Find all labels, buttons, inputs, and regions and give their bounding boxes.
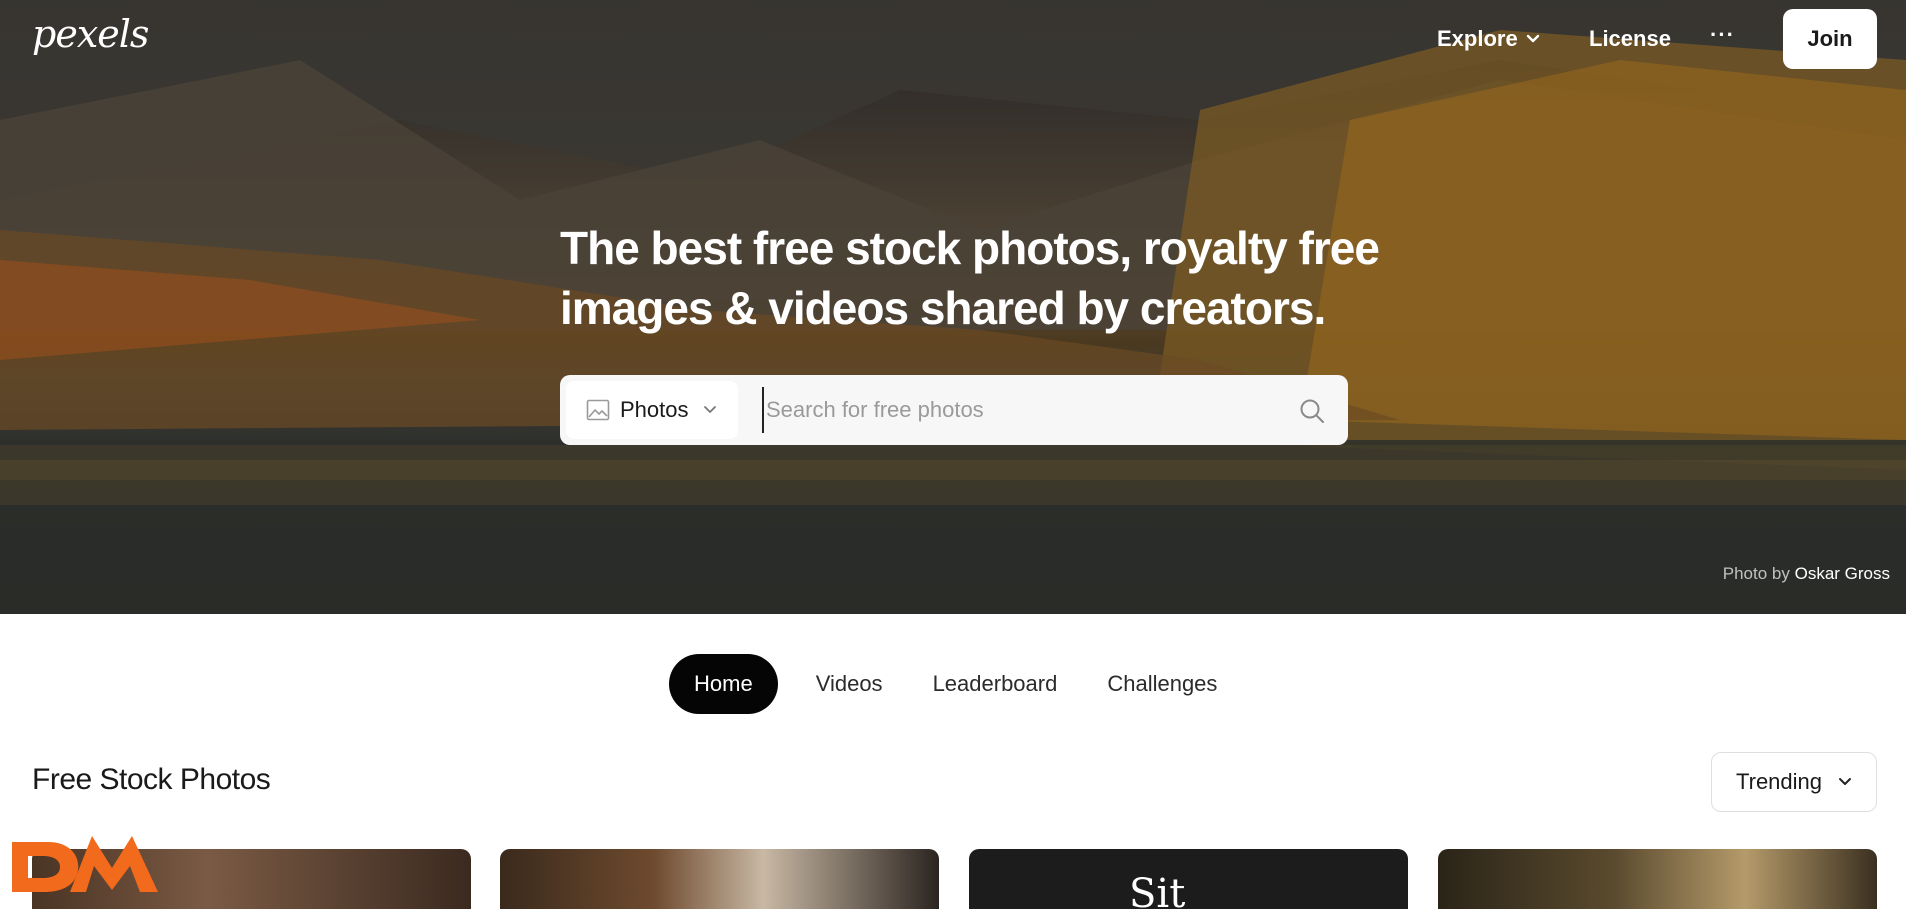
headline-line-2: images & videos shared by creators. [560,282,1326,334]
photo-credit: Photo by Oskar Gross [1723,564,1890,584]
tab-challenges[interactable]: Challenges [1082,654,1242,714]
dm-watermark-logo [12,836,158,892]
tab-videos[interactable]: Videos [791,654,908,714]
section-title: Free Stock Photos [32,763,271,796]
search-icon[interactable] [1298,397,1326,425]
tab-leaderboard[interactable]: Leaderboard [908,654,1083,714]
media-type-select[interactable]: Photos [566,381,738,439]
photo-thumbnail[interactable]: Sit [969,849,1408,909]
credit-author-link[interactable]: Oskar Gross [1795,564,1890,583]
chevron-down-icon [1526,34,1539,43]
section-tabs: Home Videos Leaderboard Challenges [669,654,1242,714]
pexels-logo[interactable]: pexels [32,12,149,56]
license-link[interactable]: License [1589,26,1671,52]
chevron-down-icon [1839,778,1852,785]
photo-thumbnail[interactable] [1438,849,1877,909]
join-button[interactable]: Join [1783,9,1877,69]
image-icon [586,399,610,421]
photo-thumbnail[interactable] [500,849,939,909]
explore-menu[interactable]: Explore [1437,26,1540,52]
thumbnail-text: Sit [1129,871,1186,909]
headline-line-1: The best free stock photos, royalty free [560,222,1380,274]
hero-headline: The best free stock photos, royalty free… [560,218,1380,338]
more-menu-icon[interactable]: ··· [1710,22,1735,48]
credit-prefix: Photo by [1722,564,1790,583]
explore-label: Explore [1437,26,1518,51]
tab-home[interactable]: Home [669,654,778,714]
sort-label: Trending [1736,769,1823,794]
media-type-label: Photos [620,397,689,422]
chevron-down-icon [703,406,716,413]
hero-banner: pexels Explore License ··· Join The best… [0,0,1906,614]
top-navigation: pexels Explore License ··· Join [0,0,1906,80]
search-input[interactable] [762,387,1262,433]
search-bar: Photos [560,375,1348,445]
sort-select[interactable]: Trending [1711,752,1877,812]
